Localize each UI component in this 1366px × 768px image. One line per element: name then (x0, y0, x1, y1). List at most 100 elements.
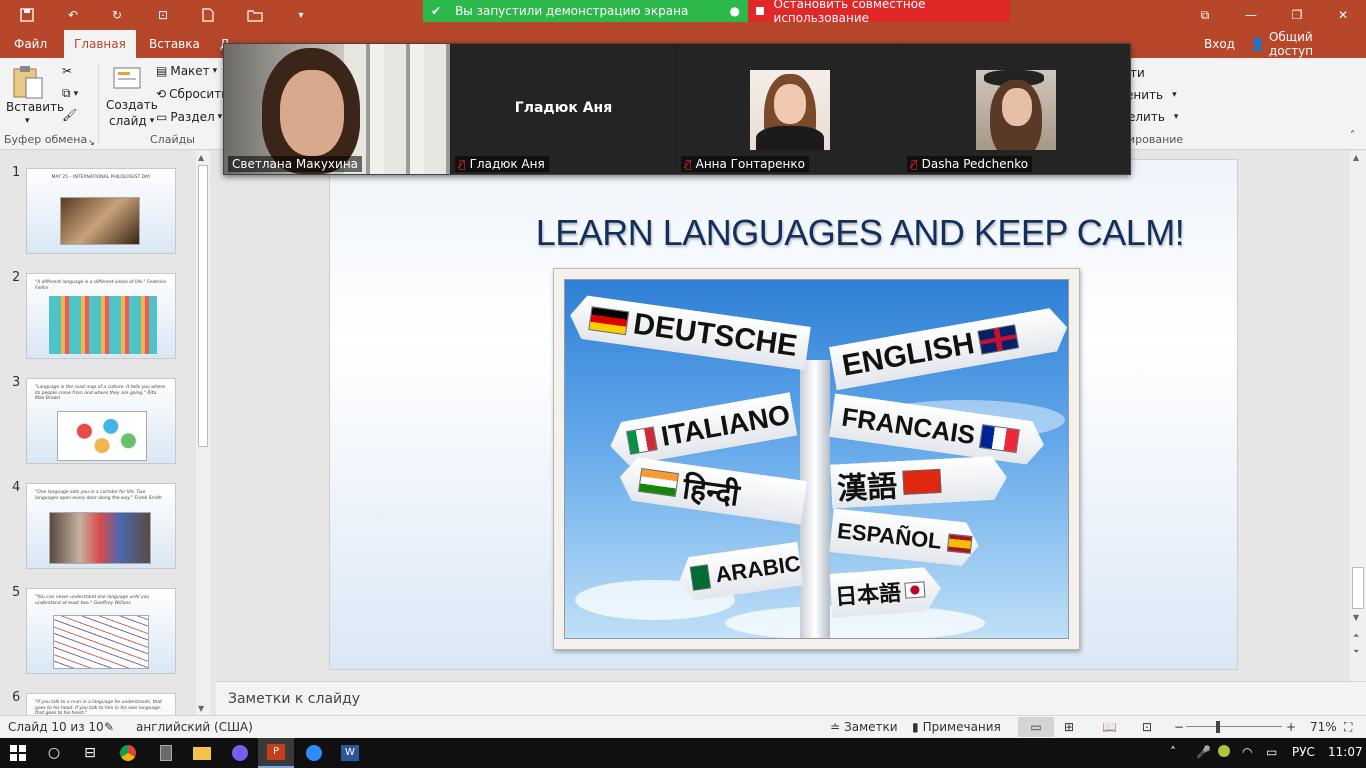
save-icon[interactable] (16, 5, 38, 25)
fit-to-window-icon[interactable]: ⛶ (1344, 720, 1352, 735)
reset-icon: ⟲ (156, 87, 167, 101)
tab-file[interactable]: Файл (4, 30, 57, 58)
viber-icon[interactable] (226, 741, 254, 765)
mic-muted-icon: 🎙̸ (459, 157, 466, 171)
stop-share-button[interactable]: Остановить совместное использование (748, 0, 1010, 25)
app-tray-icon[interactable] (1218, 745, 1230, 760)
paste-button[interactable]: Вставить (6, 100, 64, 114)
slide-title[interactable]: LEARN LANGUAGES AND KEEP CALM! (510, 212, 1210, 254)
video-tile-3[interactable]: 🎙̸ Анна Гонтаренко (677, 44, 902, 174)
reset-button[interactable]: ⟲ Сбросить (156, 87, 228, 101)
task-view-icon[interactable]: ⊟ (76, 741, 104, 765)
scroll-down-icon[interactable]: ▼ (198, 704, 204, 713)
file-explorer-icon[interactable] (188, 741, 216, 765)
share-button[interactable]: 👤 Общий доступ (1240, 30, 1366, 58)
microphone-icon[interactable]: 🎤 (1196, 745, 1211, 759)
zoom-in-icon[interactable]: + (1286, 720, 1296, 734)
cut-icon[interactable]: ✂ (62, 64, 72, 78)
zoom-level[interactable]: 71% (1310, 720, 1337, 734)
zoom-slider[interactable] (1186, 726, 1282, 727)
clipboard-launcher-icon[interactable]: ↘ (88, 138, 95, 147)
chrome-icon[interactable] (114, 741, 142, 765)
minimize-button[interactable]: — (1228, 0, 1274, 30)
collapse-ribbon-icon[interactable]: ˄ (1350, 130, 1355, 141)
scroll-up-icon[interactable]: ▲ (198, 153, 204, 162)
thumbnails-scroll-thumb[interactable] (198, 165, 208, 447)
section-button[interactable]: ▭ Раздел ▾ (156, 110, 222, 124)
ribbon-partial-item-3[interactable]: елить ▾ (1128, 110, 1178, 124)
section-label: Раздел (170, 110, 215, 124)
participant-face (280, 70, 344, 156)
clock[interactable]: 11:07 (1328, 745, 1363, 759)
video-tile-1[interactable]: Светлана Макухина (224, 44, 450, 174)
copy-icon[interactable]: ⧉ ▾ (62, 86, 78, 101)
slide-counter: Слайд 10 из 10 (8, 720, 104, 734)
undo-icon[interactable]: ↶ (62, 5, 84, 25)
slide-scrollbar[interactable]: ▲ ▼ ⏶ ⏷ (1350, 151, 1366, 681)
slide-scroll-thumb[interactable] (1352, 567, 1364, 609)
show-hidden-icons-icon[interactable]: ˄ (1170, 745, 1176, 759)
scroll-down-icon[interactable]: ▼ (1353, 613, 1359, 622)
video-tile-4[interactable]: 🎙̸ Dasha Pedchenko (903, 44, 1130, 174)
status-bar: Слайд 10 из 10 ✎ английский (США) ≐ Замет… (0, 715, 1366, 738)
customize-toolbar-icon[interactable]: ▾ (290, 5, 312, 25)
screen-share-banner: ✔ Вы запустили демонстрацию экрана ● (423, 0, 748, 22)
wifi-icon[interactable]: ◠ (1242, 745, 1252, 759)
slide-sorter-icon[interactable]: ⊞ (1064, 720, 1074, 734)
redo-icon[interactable]: ↻ (106, 5, 128, 25)
zoom-out-icon[interactable]: − (1174, 720, 1184, 734)
signpost-picture[interactable]: DEUTSCHE ITALIANO हिन्दी ARABIC ENGLISH … (553, 268, 1080, 650)
sign-in-link[interactable]: Вход (1194, 30, 1245, 58)
new-file-icon[interactable] (197, 5, 219, 25)
windows-taskbar: ○ ⊟ P W ˄ 🎤 ◠ ▭ РУС 11:07 (0, 738, 1366, 768)
comments-toggle[interactable]: ▮ Примечания (912, 720, 1001, 734)
share-label: Общий доступ (1268, 30, 1314, 58)
reading-view-icon[interactable]: 📖 (1102, 720, 1117, 734)
ribbon-partial-item-1[interactable]: ти (1130, 66, 1145, 80)
slide-thumbnail-2[interactable]: "A different language is a different vis… (26, 273, 176, 359)
present-from-start-icon[interactable]: ⊡ (152, 5, 174, 25)
notes-toggle[interactable]: ≐ Заметки (830, 720, 898, 734)
slide-thumbnail-5[interactable]: "You can never understand one language u… (26, 588, 176, 674)
paste-icon[interactable] (10, 64, 50, 104)
next-slide-icon[interactable]: ⏷ (1353, 647, 1359, 657)
powerpoint-taskbar-icon[interactable]: P (258, 738, 294, 768)
layout-button[interactable]: ▤ Макет ▾ (156, 64, 217, 78)
close-button[interactable]: ✕ (1320, 0, 1366, 30)
participant-name-4: 🎙̸ Dasha Pedchenko (907, 156, 1033, 172)
tab-insert[interactable]: Вставка (139, 30, 210, 58)
paste-dropdown-icon[interactable]: ▾ (25, 116, 30, 126)
language-indicator[interactable]: английский (США) (136, 720, 253, 734)
accessibility-icon[interactable]: ✎ (104, 720, 114, 734)
battery-icon[interactable]: ▭ (1266, 745, 1277, 759)
ribbon-display-options-icon[interactable]: ⧉ (1182, 0, 1228, 30)
search-icon[interactable]: ○ (40, 741, 68, 765)
video-tile-2[interactable]: Гладюк Аня 🎙̸ Гладюк Аня (451, 44, 676, 174)
slide-thumbnail-4[interactable]: "One language sets you in a corridor for… (26, 483, 176, 569)
thumbnails-scrollbar[interactable]: ▲ ▼ (196, 151, 210, 715)
tab-home[interactable]: Главная (64, 30, 136, 58)
format-painter-icon[interactable]: 🖌 (62, 108, 77, 122)
previous-slide-icon[interactable]: ⏶ (1353, 631, 1359, 641)
slideshow-icon[interactable]: ⊡ (1142, 720, 1152, 734)
normal-view-icon[interactable]: ▭ (1018, 717, 1054, 737)
input-language[interactable]: РУС (1292, 745, 1315, 759)
calculator-icon[interactable] (152, 741, 180, 765)
slide-editor: LEARN LANGUAGES AND KEEP CALM! DEUTSCHE … (216, 151, 1366, 681)
scroll-up-icon[interactable]: ▲ (1353, 153, 1359, 162)
open-folder-icon[interactable] (244, 5, 266, 25)
ribbon-partial-item-2[interactable]: енить ▾ (1126, 88, 1177, 102)
new-slide-button[interactable]: Создать (106, 98, 158, 112)
slide-thumbnail-1[interactable]: MAY 25 – INTERNATIONAL PHILOLOGIST DAY (26, 168, 176, 254)
new-slide-icon[interactable] (110, 62, 146, 96)
zoom-slider-thumb[interactable] (1216, 721, 1220, 733)
slide-notes[interactable]: Заметки к слайду (216, 681, 1366, 715)
new-slide-dropdown[interactable]: слайд ▾ (109, 114, 154, 128)
windows-start-icon[interactable] (4, 741, 32, 765)
word-icon[interactable]: W (336, 741, 364, 765)
slide-thumbnail-6[interactable]: "If you talk to a man in a language he u… (26, 693, 176, 715)
current-slide[interactable]: LEARN LANGUAGES AND KEEP CALM! DEUTSCHE … (329, 159, 1238, 670)
restore-button[interactable]: ❐ (1274, 0, 1320, 30)
slide-thumbnail-3[interactable]: "Language is the road map of a culture. … (26, 378, 176, 464)
zoom-app-icon[interactable] (300, 741, 328, 765)
